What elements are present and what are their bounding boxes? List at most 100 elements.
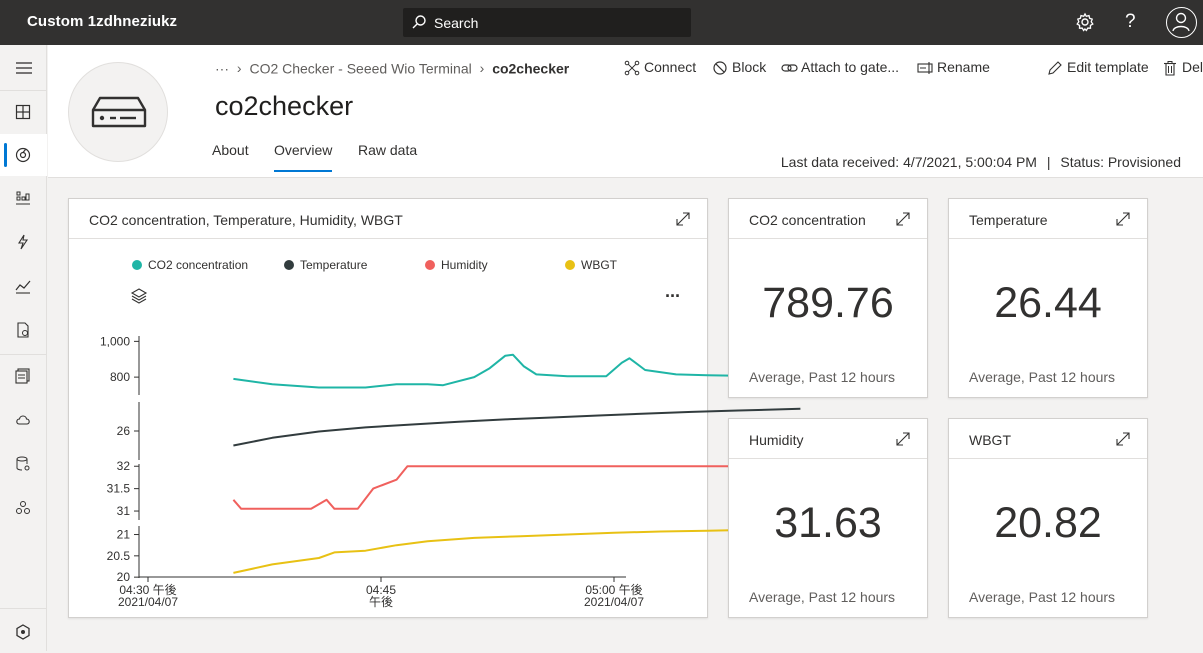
- breadcrumb-template-link[interactable]: CO2 Checker - Seeed Wio Terminal: [249, 60, 471, 76]
- tab-about[interactable]: About: [212, 142, 249, 172]
- legend-co2-label: CO2 concentration: [148, 258, 249, 272]
- rename-icon: [917, 62, 933, 74]
- connect-label: Connect: [644, 59, 697, 75]
- legend-wbgt-label: WBGT: [581, 258, 617, 272]
- legend-temperature[interactable]: Temperature: [284, 258, 367, 272]
- kpi-tile-temperature: Temperature 26.44 Average, Past 12 hours: [948, 198, 1148, 398]
- delete-icon: [1164, 61, 1176, 76]
- dashboard-icon: [15, 104, 31, 120]
- kpi-tile-header: CO2 concentration: [729, 199, 927, 239]
- legend-co2[interactable]: CO2 concentration: [132, 258, 248, 272]
- legend-humidity-swatch: [425, 260, 435, 270]
- kpi-title: WBGT: [969, 432, 1011, 448]
- chevron-right-icon: ›: [236, 60, 242, 77]
- administration-icon: [16, 456, 30, 471]
- legend-temperature-swatch: [284, 260, 294, 270]
- chart-tile-header: CO2 concentration, Temperature, Humidity…: [69, 199, 707, 239]
- chart-more-options[interactable]: ···: [665, 286, 681, 307]
- kpi-title: CO2 concentration: [749, 212, 866, 228]
- delete-label: Delete: [1182, 59, 1203, 75]
- edit-template-label: Edit template: [1067, 59, 1149, 75]
- legend-temperature-label: Temperature: [300, 258, 368, 272]
- jobs-icon: [17, 322, 29, 338]
- nav-permissions[interactable]: [0, 487, 47, 529]
- breadcrumb-current: co2checker: [492, 60, 570, 77]
- nav-analytics[interactable]: [0, 265, 47, 307]
- chart-tile-title: CO2 concentration, Temperature, Humidity…: [89, 212, 403, 228]
- kpi-value: 31.63: [774, 499, 882, 547]
- nav-devices[interactable]: [0, 134, 47, 176]
- attach-label: Attach to gate...: [801, 59, 900, 75]
- device-templates-icon: [15, 368, 30, 384]
- page-title: co2checker: [215, 91, 354, 121]
- search-box[interactable]: Search: [403, 8, 691, 37]
- kpi-tile-header: Temperature: [949, 199, 1147, 239]
- nav-administration[interactable]: [0, 443, 47, 485]
- last-data-received: Last data received: 4/7/2021, 5:00:04 PM: [780, 154, 1037, 170]
- last-data-status: Last data received: 4/7/2021, 5:00:04 PM…: [781, 154, 1181, 170]
- analytics-icon: [15, 280, 31, 294]
- breadcrumb-ellipsis[interactable]: ···: [215, 60, 229, 76]
- kpi-tile-humidity: Humidity 31.63 Average, Past 12 hours: [728, 418, 928, 618]
- kpi-footer: Average, Past 12 hours: [969, 589, 1116, 605]
- kpi-tile-header: Humidity: [729, 419, 927, 459]
- expand-icon[interactable]: [1115, 211, 1131, 227]
- search-label: Search: [434, 15, 479, 31]
- expand-icon[interactable]: [675, 211, 691, 227]
- permissions-icon: [16, 501, 30, 514]
- connect-icon: [624, 60, 640, 76]
- expand-icon[interactable]: [895, 211, 911, 227]
- menu-icon: [16, 62, 32, 74]
- kpi-value: 20.82: [994, 499, 1102, 547]
- legend-humidity-label: Humidity: [441, 258, 488, 272]
- kpi-footer: Average, Past 12 hours: [969, 369, 1116, 385]
- devices-icon: [15, 147, 31, 163]
- nav-data-export[interactable]: [0, 399, 47, 441]
- app-title[interactable]: Custom 1zdhneziukz: [27, 13, 177, 30]
- block-icon: [713, 61, 727, 75]
- nav-dashboard[interactable]: [0, 91, 47, 133]
- device-icon: [91, 96, 147, 128]
- tab-overview[interactable]: Overview: [274, 142, 333, 172]
- rules-icon: [18, 234, 29, 250]
- nav-device-groups[interactable]: [0, 177, 47, 219]
- help-icon[interactable]: ?: [1125, 11, 1136, 33]
- person-icon: [1172, 12, 1190, 32]
- tab-raw-data[interactable]: Raw data: [358, 142, 417, 172]
- hamburger-menu-button[interactable]: [0, 47, 47, 89]
- legend-wbgt[interactable]: WBGT: [565, 258, 617, 272]
- edit-icon: [1048, 61, 1062, 75]
- legend-humidity[interactable]: Humidity: [425, 258, 488, 272]
- kpi-tile-header: WBGT: [949, 419, 1147, 459]
- kpi-title: Humidity: [749, 432, 804, 448]
- nav-jobs[interactable]: [0, 309, 47, 351]
- kpi-tile-wbgt: WBGT 20.82 Average, Past 12 hours: [948, 418, 1148, 618]
- kpi-value: 789.76: [762, 279, 894, 327]
- breadcrumb: ··· › CO2 Checker - Seeed Wio Terminal ›…: [215, 59, 569, 76]
- kpi-tile-co2: CO2 concentration 789.76 Average, Past 1…: [728, 198, 928, 398]
- chevron-right-icon: ›: [479, 60, 485, 77]
- nav-device-templates[interactable]: [0, 355, 47, 397]
- nav-iot-central-home[interactable]: [0, 611, 47, 653]
- nav-rules[interactable]: [0, 221, 47, 263]
- attach-icon: [781, 64, 798, 72]
- user-avatar[interactable]: [1166, 7, 1197, 38]
- layers-icon[interactable]: [130, 287, 148, 305]
- device-groups-icon: [16, 191, 30, 205]
- device-header: ··· › CO2 Checker - Seeed Wio Terminal ›…: [48, 45, 1203, 178]
- settings-gear-icon[interactable]: [1073, 10, 1097, 34]
- legend-co2-swatch: [132, 260, 142, 270]
- top-bar: Custom 1zdhneziukz Search ?: [0, 0, 1203, 45]
- kpi-footer: Average, Past 12 hours: [749, 589, 896, 605]
- expand-icon[interactable]: [895, 431, 911, 447]
- status-badge: Status: Provisioned: [1060, 154, 1181, 170]
- status-divider: |: [1046, 154, 1051, 170]
- left-nav-rail: [0, 45, 47, 651]
- search-icon: [412, 15, 426, 29]
- expand-icon[interactable]: [1115, 431, 1131, 447]
- device-avatar: [68, 62, 168, 162]
- kpi-title: Temperature: [969, 212, 1048, 228]
- block-label: Block: [732, 59, 767, 75]
- kpi-footer: Average, Past 12 hours: [749, 369, 896, 385]
- iot-central-icon: [16, 624, 30, 640]
